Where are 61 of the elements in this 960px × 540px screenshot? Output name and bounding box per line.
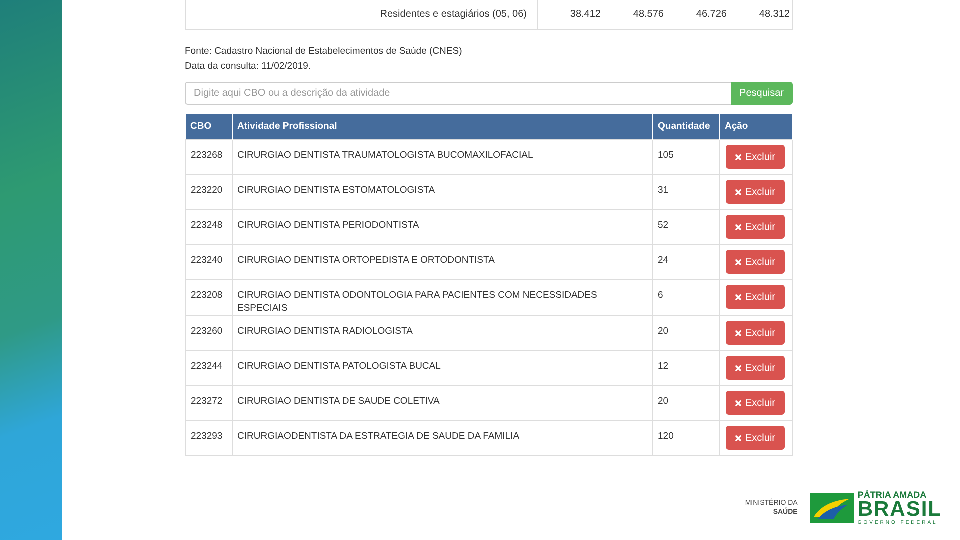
table-cell-text: 46.726: [695, 9, 727, 20]
table-cell: 120: [652, 420, 720, 456]
source-note: Fonte: Cadastro Nacional de Estabelecimentos de Saúde (CNES): [185, 45, 464, 59]
table-cell: 223260: [186, 316, 232, 350]
delete-button[interactable]: Excluir: [726, 321, 785, 345]
close-icon: [735, 364, 742, 372]
column-header: Quantidade: [652, 114, 720, 140]
delete-button[interactable]: Excluir: [726, 391, 785, 415]
close-icon: [735, 188, 742, 196]
column-header: CBO: [186, 114, 232, 140]
close-icon: [735, 434, 742, 442]
search-button[interactable]: Pesquisar: [730, 82, 793, 105]
close-icon: [735, 154, 742, 160]
table-cell: CIRURGIAO DENTISTA TRAUMATOLOGISTA BUCOMAXILOFACIAL: [232, 140, 652, 174]
table-cell: 20: [652, 386, 720, 420]
table-cell-text: 48.312: [758, 9, 790, 20]
delete-button[interactable]: Excluir: [726, 145, 785, 169]
table-cell-text: 48.576: [632, 9, 664, 20]
table-cell: 223208: [186, 280, 232, 316]
close-icon: [735, 294, 742, 300]
table-cell: 20: [652, 316, 720, 350]
table-cell: 223240: [186, 244, 232, 280]
source-note: Data da consulta: 11/02/2019.: [185, 60, 312, 74]
table-cell: CIRURGIAO DENTISTA ODONTOLOGIA PARA PACIENTES COM NECESSIDADES ESPECIAIS: [232, 280, 652, 316]
flag-logo-icon: [810, 493, 854, 523]
slogan-text: PÁTRIA AMADA: [858, 490, 928, 500]
table-cell: 223244: [186, 350, 232, 386]
search-field[interactable]: Digite aqui CBO ou a descrição da atividade: [185, 82, 731, 105]
table-cell: 223220: [186, 174, 232, 210]
table-cell: 24: [652, 244, 720, 280]
table-cell: 223272: [186, 386, 232, 420]
table-cell: 6: [652, 280, 720, 316]
close-icon: [735, 224, 742, 230]
table-cell: CIRURGIAO DENTISTA PERIODONTISTA: [232, 210, 652, 244]
table-cell: 223248: [186, 210, 232, 244]
delete-button[interactable]: Excluir: [726, 426, 785, 450]
table-cell: 12: [652, 350, 720, 386]
table-cell: 52: [652, 210, 720, 244]
delete-button[interactable]: Excluir: [726, 180, 785, 204]
delete-button[interactable]: Excluir: [726, 250, 785, 274]
table-cell: Residentes e estagiários (05, 06): [186, 0, 538, 29]
table-cell-text: 38.412: [569, 9, 601, 20]
table-cell: 105: [652, 140, 720, 174]
table-cell: CIRURGIAO DENTISTA DE SAUDE COLETIVA: [232, 386, 652, 420]
delete-button[interactable]: Excluir: [726, 356, 785, 380]
table-cell: 223268: [186, 140, 232, 174]
close-icon: [735, 330, 742, 336]
table-cell: CIRURGIAO DENTISTA RADIOLOGISTA: [232, 316, 652, 350]
table-cell: 31: [652, 174, 720, 210]
table-cell: CIRURGIAO DENTISTA ESTOMATOLOGISTA: [232, 174, 652, 210]
table-cell: CIRURGIAODENTISTA DA ESTRATEGIA DE SAUDE DA FAMILIA: [232, 420, 652, 456]
column-header: Ação: [720, 114, 792, 140]
brand-text: BRASIL: [858, 500, 942, 520]
table-cell: 223293: [186, 420, 232, 456]
column-header: Atividade Profissional: [232, 114, 652, 140]
close-icon: [735, 258, 742, 266]
close-icon: [735, 400, 742, 406]
delete-button[interactable]: Excluir: [726, 215, 785, 239]
delete-button[interactable]: Excluir: [726, 285, 785, 309]
table-cell: CIRURGIAO DENTISTA PATOLOGISTA BUCAL: [232, 350, 652, 386]
table-cell: CIRURGIAO DENTISTA ORTOPEDISTA E ORTODONTISTA: [232, 244, 652, 280]
